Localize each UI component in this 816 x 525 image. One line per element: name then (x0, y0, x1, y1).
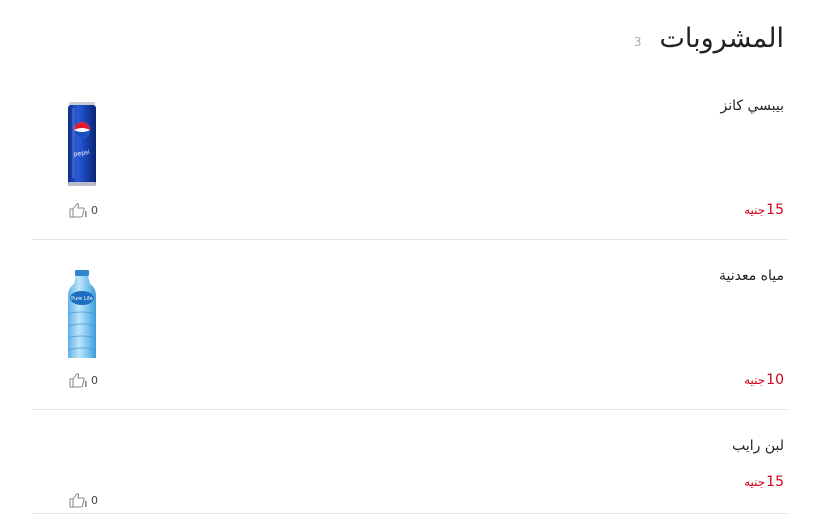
menu-item[interactable]: لبن رايب 15 جنيه 0 (32, 410, 788, 514)
item-name[interactable]: مياه معدنية (719, 268, 784, 284)
price-value: 15 (766, 202, 784, 218)
menu-item-list: بيبسي كانز 15 جنيه pepsi 0 مياه معدنية 1… (32, 70, 788, 514)
price-currency: جنيه (744, 475, 766, 489)
like-counter[interactable]: 0 (68, 202, 98, 218)
pepsi-can-image[interactable]: pepsi (62, 100, 102, 190)
section-title: المشروبات (659, 22, 784, 54)
like-count: 0 (91, 203, 98, 217)
item-price: 15 جنيه (744, 202, 784, 218)
section-item-count: 3 (633, 35, 642, 49)
item-price: 10 جنيه (744, 372, 784, 388)
svg-text:Pure Life: Pure Life (71, 296, 93, 302)
section-header: المشروبات 3 (634, 16, 784, 60)
water-bottle-image[interactable]: Pure Life (62, 270, 102, 360)
like-count: 0 (91, 493, 98, 507)
thumbs-up-icon[interactable] (68, 202, 88, 218)
like-counter[interactable]: 0 (68, 492, 98, 508)
like-counter[interactable]: 0 (68, 372, 98, 388)
menu-item[interactable]: بيبسي كانز 15 جنيه pepsi 0 (32, 70, 788, 240)
item-name[interactable]: بيبسي كانز (720, 98, 784, 114)
price-value: 15 (766, 474, 784, 490)
thumbs-up-icon[interactable] (68, 372, 88, 388)
thumbs-up-icon[interactable] (68, 492, 88, 508)
menu-item[interactable]: مياه معدنية 10 جنيه Pure Life 0 (32, 240, 788, 410)
item-name[interactable]: لبن رايب (732, 438, 784, 454)
like-count: 0 (91, 373, 98, 387)
price-currency: جنيه (744, 203, 766, 217)
price-currency: جنيه (744, 373, 766, 387)
price-value: 10 (766, 372, 784, 388)
item-price: 15 جنيه (744, 474, 784, 490)
